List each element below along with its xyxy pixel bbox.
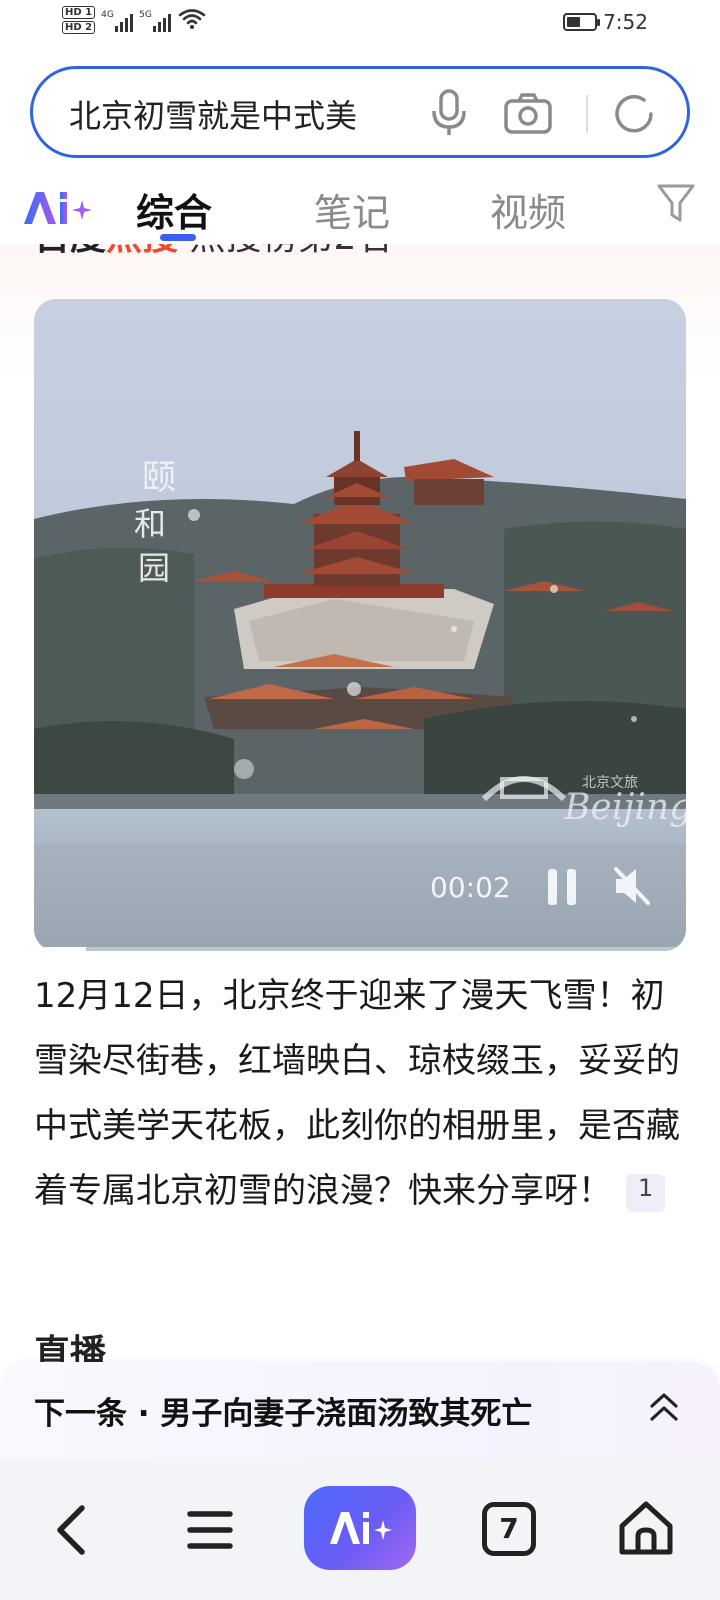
back-icon[interactable]	[50, 1502, 94, 1558]
ai-assistant-button[interactable]	[304, 1486, 416, 1570]
next-item-bar[interactable]: 下一条 · 男子向妻子浇面汤致其死亡	[0, 1362, 720, 1458]
video-player[interactable]: 颐 和 园 Beijing 北京文旅 00:02	[34, 299, 686, 951]
status-right: 7:52	[563, 10, 648, 34]
ai-logo-icon[interactable]	[22, 188, 94, 228]
status-bar: HD 1 HD 2 4G 5G 7:52	[0, 0, 720, 50]
wifi-icon	[178, 9, 206, 29]
bottom-nav: 7	[0, 1458, 720, 1600]
heading-rank: 热搜榜第2名	[178, 244, 392, 258]
svg-text:颐: 颐	[142, 458, 176, 498]
result-tabs: 综合 笔记 视频	[0, 168, 720, 244]
svg-text:和: 和	[134, 505, 166, 543]
menu-icon[interactable]	[186, 1508, 234, 1552]
refresh-icon[interactable]	[611, 91, 657, 137]
tab-comprehensive[interactable]: 综合	[136, 182, 212, 237]
search-results-page: HD 1 HD 2 4G 5G 7:52 北京初雪就是中式美 综合 笔记 视频 …	[0, 0, 720, 1600]
net2-label: 5G	[139, 10, 152, 20]
video-current-time: 00:02	[430, 871, 511, 904]
net1-label: 4G	[101, 10, 114, 20]
video-frame: 颐 和 园 Beijing 北京文旅	[34, 299, 686, 951]
battery-level	[567, 17, 581, 27]
hd2-badge: HD 2	[62, 21, 96, 34]
search-divider	[586, 95, 588, 133]
chevron-double-up-icon[interactable]	[648, 1390, 680, 1426]
hot-search-heading[interactable]: 百度热搜 热搜榜第2名	[34, 244, 392, 260]
reference-badge[interactable]: 1	[626, 1173, 666, 1212]
article-body: 12月12日，北京终于迎来了漫天飞雪！初雪染尽街巷，红墙映白、琼枝缀玉，妥妥的中…	[34, 976, 680, 1211]
result-content: 百度热搜 热搜榜第2名	[0, 244, 720, 1364]
tab-notes[interactable]: 笔记	[314, 182, 390, 237]
mute-icon[interactable]	[612, 865, 652, 907]
article-text: 12月12日，北京终于迎来了漫天飞雪！初雪染尽街巷，红墙映白、琼枝缀玉，妥妥的中…	[34, 964, 686, 1224]
filter-icon[interactable]	[656, 182, 696, 224]
heading-prefix: 百度	[34, 244, 106, 258]
pause-icon[interactable]	[544, 867, 580, 907]
home-icon[interactable]	[616, 1498, 676, 1558]
hd1-badge: HD 1	[62, 6, 96, 19]
video-progress-fill	[34, 947, 87, 951]
battery-icon	[563, 13, 601, 31]
video-progress-track[interactable]	[34, 947, 686, 951]
camera-icon[interactable]	[503, 91, 553, 135]
clock: 7:52	[603, 10, 648, 34]
next-item-title[interactable]: 下一条 · 男子向妻子浇面汤致其死亡	[34, 1388, 532, 1433]
mic-icon[interactable]	[429, 89, 469, 137]
search-input[interactable]: 北京初雪就是中式美	[69, 91, 409, 137]
live-section-heading: 直播	[34, 1333, 107, 1364]
signal-5g-icon: 5G	[139, 6, 172, 32]
ai-icon	[330, 1512, 392, 1544]
heading-hot: 热搜	[106, 244, 178, 258]
tab-indicator	[160, 234, 196, 241]
svg-text:Beijing: Beijing	[563, 787, 686, 828]
hd-indicators: HD 1 HD 2	[62, 6, 96, 34]
svg-text:园: 园	[138, 549, 170, 587]
svg-text:北京文旅: 北京文旅	[582, 775, 638, 791]
status-left: HD 1 HD 2 4G 5G	[62, 6, 207, 34]
tabs-count-button[interactable]: 7	[482, 1502, 536, 1556]
signal-4g-icon: 4G	[101, 6, 134, 32]
tabs-count: 7	[499, 1512, 519, 1545]
search-box[interactable]: 北京初雪就是中式美	[30, 66, 690, 158]
tab-videos[interactable]: 视频	[490, 182, 566, 237]
